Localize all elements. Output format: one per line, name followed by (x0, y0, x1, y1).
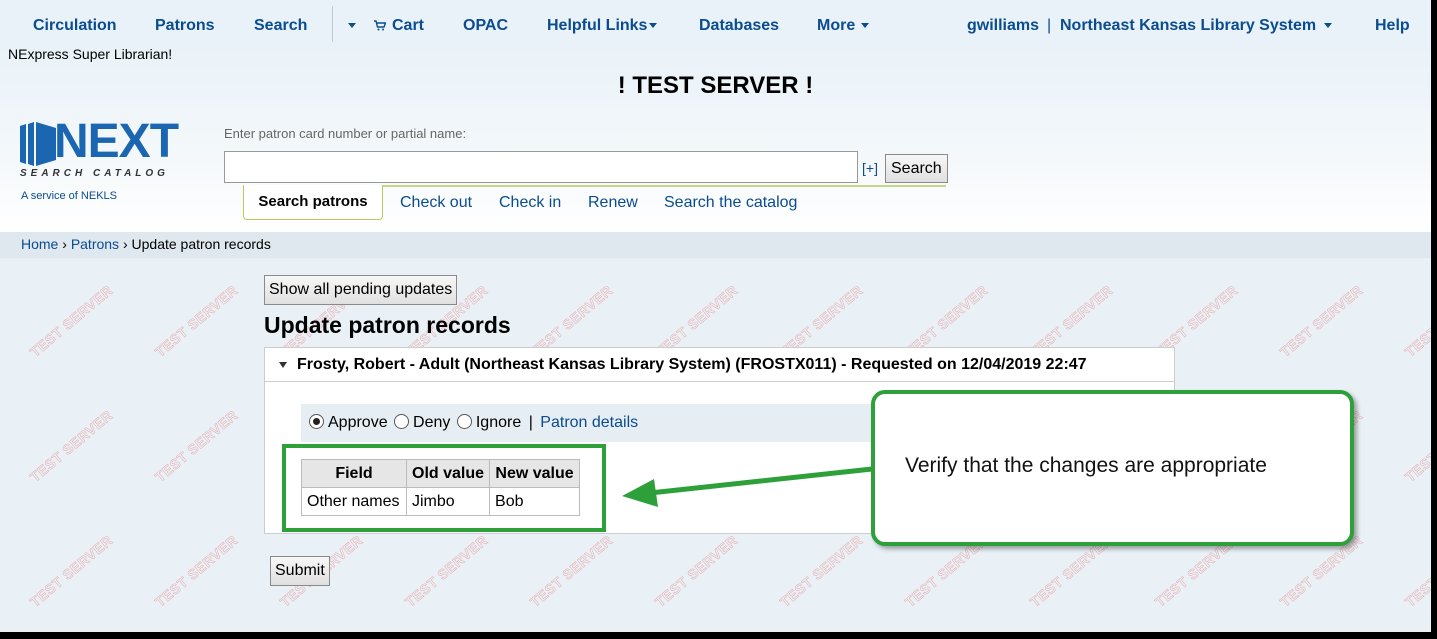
page-title: Update patron records (264, 312, 511, 338)
watermark-text: TEST SERVER (1401, 282, 1431, 361)
super-librarian-label: NExpress Super Librarian! (8, 46, 173, 62)
chevron-down-icon (861, 23, 870, 29)
nav-more-label: More (817, 17, 856, 34)
nav-patrons[interactable]: Patrons (155, 0, 215, 42)
nav-databases[interactable]: Databases (699, 0, 779, 42)
logo-service-text: A service of NEKLS (21, 190, 117, 202)
tab-search-patrons[interactable]: Search patrons (243, 185, 383, 220)
nav-opac[interactable]: OPAC (463, 0, 508, 42)
tab-check-in[interactable]: Check in (499, 194, 561, 212)
watermark-text: TEST SERVER (651, 531, 741, 611)
nav-search-dropdown[interactable] (344, 0, 356, 42)
expand-search-link[interactable]: [+] (862, 160, 878, 176)
app-window: Circulation Patrons Search Cart OPAC Hel… (0, 0, 1431, 632)
watermark-text: TEST SERVER (151, 531, 241, 611)
nav-search[interactable]: Search (254, 0, 307, 42)
patron-record-title: Frosty, Robert - Adult (Northeast Kansas… (297, 356, 1087, 373)
nav-helpful-links[interactable]: Helpful Links (547, 0, 658, 42)
chevron-down-icon (649, 23, 658, 29)
action-separator: | (528, 414, 533, 431)
approve-label[interactable]: Approve (328, 414, 388, 431)
watermark-text: TEST SERVER (26, 281, 116, 361)
search-button[interactable]: Search (885, 154, 948, 183)
tab-underline (382, 185, 946, 187)
breadcrumb-home[interactable]: Home (21, 236, 58, 252)
watermark-text: TEST SERVER (1401, 407, 1431, 486)
watermark-text: TEST SERVER (26, 406, 116, 486)
book-logo-icon (20, 122, 56, 166)
breadcrumb-current: Update patron records (131, 236, 271, 252)
watermark-text: TEST SERVER (526, 531, 616, 611)
nav-user[interactable]: gwilliams (967, 0, 1039, 42)
watermark-text: TEST SERVER (26, 531, 116, 611)
test-server-banner: ! TEST SERVER ! (617, 72, 814, 99)
watermark-text: TEST SERVER (151, 406, 241, 486)
submit-button[interactable]: Submit (270, 556, 330, 586)
nav-cart-label: Cart (392, 17, 425, 34)
breadcrumb-separator: › (62, 236, 67, 252)
annotation-callout: Verify that the changes are appropriate (871, 390, 1354, 546)
nav-more[interactable]: More (817, 0, 870, 42)
action-bar: Approve Deny Ignore | Patron details (301, 404, 901, 442)
watermark-text: TEST SERVER (1401, 532, 1431, 611)
annotation-arrow-icon (622, 466, 873, 507)
patron-search-input[interactable] (224, 151, 858, 183)
watermark-text: TEST SERVER (1276, 281, 1366, 361)
collapse-triangle-icon (279, 361, 287, 368)
patron-details-link[interactable]: Patron details (540, 414, 638, 431)
tab-renew[interactable]: Renew (588, 194, 638, 212)
approve-radio[interactable] (309, 414, 324, 429)
chevron-down-icon (348, 23, 356, 29)
tab-search-catalog[interactable]: Search the catalog (664, 194, 797, 212)
callout-text: Verify that the changes are appropriate (905, 454, 1267, 477)
chevron-down-icon (1324, 23, 1333, 29)
logo-subtitle: SEARCH CATALOG (20, 168, 169, 179)
watermark-text: TEST SERVER (151, 281, 241, 361)
top-navigation: Circulation Patrons Search Cart OPAC Hel… (0, 0, 1431, 42)
tab-check-out[interactable]: Check out (400, 194, 472, 212)
watermark-text: TEST SERVER (401, 531, 491, 611)
nav-circulation[interactable]: Circulation (33, 0, 117, 42)
patron-record-header[interactable]: Frosty, Robert - Adult (Northeast Kansas… (264, 347, 1175, 382)
breadcrumb-patrons[interactable]: Patrons (71, 236, 119, 252)
nav-help[interactable]: Help (1375, 0, 1410, 42)
nav-cart[interactable]: Cart (374, 0, 424, 42)
nav-divider (332, 6, 333, 42)
nav-helpful-links-label: Helpful Links (547, 17, 648, 34)
logo-wordmark: NEXT (54, 115, 179, 168)
search-label: Enter patron card number or partial name… (224, 126, 467, 141)
breadcrumb-separator: › (122, 236, 128, 252)
annotation-highlight-box (282, 444, 606, 532)
breadcrumb: Home › Patrons › Update patron records (0, 232, 1431, 258)
ignore-radio[interactable] (456, 414, 472, 429)
nav-separator: | (1047, 17, 1052, 34)
watermark-text: TEST SERVER (776, 531, 866, 611)
next-logo[interactable]: NEXT SEARCH CATALOG (20, 115, 210, 185)
deny-label[interactable]: Deny (413, 414, 450, 431)
nav-library[interactable]: Northeast Kansas Library System (1060, 0, 1333, 42)
ignore-label[interactable]: Ignore (476, 414, 521, 431)
cart-icon (374, 20, 387, 31)
deny-radio[interactable] (394, 414, 410, 429)
nav-library-label: Northeast Kansas Library System (1060, 17, 1317, 34)
show-all-pending-button[interactable]: Show all pending updates (264, 275, 458, 305)
